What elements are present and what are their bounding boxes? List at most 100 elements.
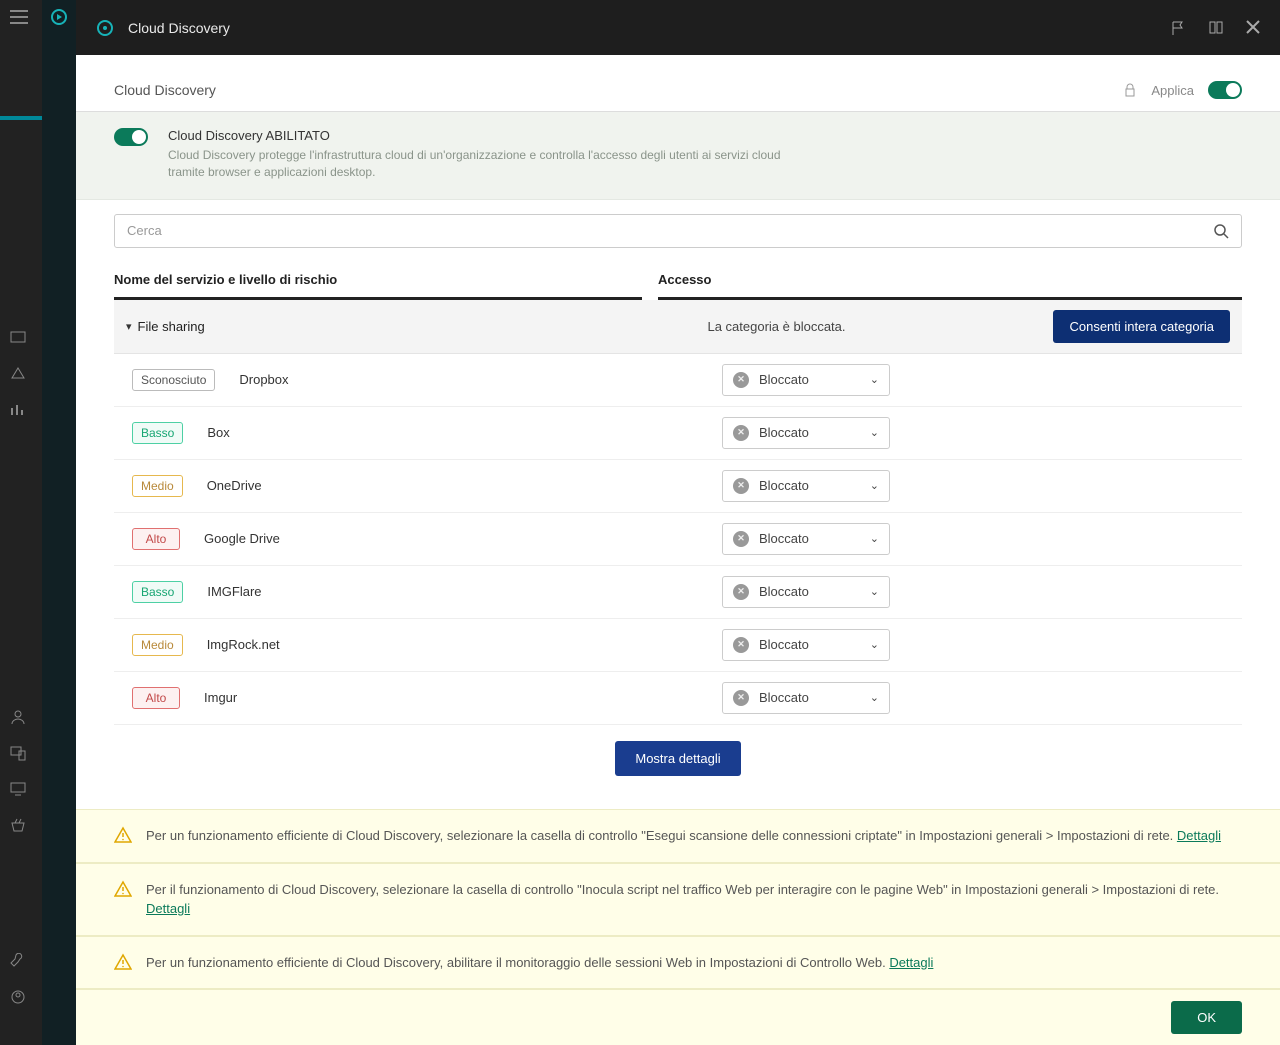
access-dropdown[interactable]: Bloccato⌄ [722,470,890,502]
service-row: Basso IMGFlare Bloccato⌄ [114,566,1242,619]
service-name: IMGFlare [207,584,261,599]
service-name: Google Drive [204,531,280,546]
blocked-icon [733,372,749,388]
access-value: Bloccato [759,425,870,440]
blocked-icon [733,531,749,547]
chevron-down-icon: ⌄ [870,479,879,492]
hamburger-icon[interactable] [0,0,42,34]
modal-titlebar: Cloud Discovery [76,0,1280,55]
blocked-icon [733,637,749,653]
risk-pill: Alto [132,687,180,709]
nav-item-icon[interactable] [0,320,42,356]
warning-row: Per un funzionamento efficiente di Cloud… [76,936,1280,990]
category-status: La categoria è bloccata. [707,319,1037,334]
chevron-down-icon: ⌄ [870,426,879,439]
secondary-rail [42,0,76,1045]
search-input[interactable] [127,223,1213,238]
risk-pill: Medio [132,475,183,497]
warning-text: Per un funzionamento efficiente di Cloud… [146,953,933,973]
access-dropdown[interactable]: Bloccato⌄ [722,576,890,608]
nav-item-icon[interactable] [0,392,42,428]
service-row: Sconosciuto Dropbox Bloccato⌄ [114,354,1242,407]
warning-details-link[interactable]: Dettagli [889,955,933,970]
service-name: Imgur [204,690,237,705]
allow-category-button[interactable]: Consenti intera categoria [1053,310,1230,343]
access-dropdown[interactable]: Bloccato⌄ [722,629,890,661]
nav-item-icon[interactable] [0,356,42,392]
blocked-icon [733,425,749,441]
enable-toggle[interactable] [114,128,148,146]
warning-row: Per il funzionamento di Cloud Discovery,… [76,863,1280,936]
risk-pill: Basso [132,422,183,444]
profile-icon[interactable] [0,979,42,1015]
warning-icon [114,953,132,973]
warning-details-link[interactable]: Dettagli [1177,828,1221,843]
access-value: Bloccato [759,478,870,493]
warning-icon [114,826,132,846]
column-header-service: Nome del servizio e livello di rischio [114,272,642,300]
warning-text: Per il funzionamento di Cloud Discovery,… [146,880,1242,919]
blocked-icon [733,690,749,706]
show-details-button[interactable]: Mostra dettagli [615,741,740,776]
flag-icon[interactable] [1170,20,1186,36]
access-value: Bloccato [759,637,870,652]
apply-toggle[interactable] [1208,81,1242,99]
footer-bar: OK [76,989,1280,1045]
enable-banner: Cloud Discovery ABILITATO Cloud Discover… [76,112,1280,200]
user-icon[interactable] [0,699,42,735]
service-name: Dropbox [239,372,288,387]
blocked-icon [733,584,749,600]
risk-pill: Sconosciuto [132,369,215,391]
chevron-down-icon: ▾ [126,320,132,333]
risk-pill: Alto [132,528,180,550]
apply-label: Applica [1151,83,1194,98]
panel-header: Cloud Discovery Applica [76,55,1280,112]
devices-icon[interactable] [0,735,42,771]
chevron-down-icon: ⌄ [870,373,879,386]
monitor-icon[interactable] [0,771,42,807]
warning-text: Per un funzionamento efficiente di Cloud… [146,826,1221,846]
category-row[interactable]: ▾ File sharing La categoria è bloccata. … [114,300,1242,354]
access-value: Bloccato [759,584,870,599]
risk-pill: Medio [132,634,183,656]
close-icon[interactable] [1246,20,1260,36]
access-value: Bloccato [759,690,870,705]
risk-pill: Basso [132,581,183,603]
ok-button[interactable]: OK [1171,1001,1242,1034]
access-dropdown[interactable]: Bloccato⌄ [722,682,890,714]
service-row: Medio OneDrive Bloccato⌄ [114,460,1242,513]
chevron-down-icon: ⌄ [870,691,879,704]
access-dropdown[interactable]: Bloccato⌄ [722,523,890,555]
cloud-discovery-icon [96,19,114,37]
warning-details-link[interactable]: Dettagli [146,901,190,916]
module-icon[interactable] [42,0,76,34]
service-row: Alto Google Drive Bloccato⌄ [114,513,1242,566]
warning-row: Per un funzionamento efficiente di Cloud… [76,809,1280,863]
search-box[interactable] [114,214,1242,248]
panel-title: Cloud Discovery [114,82,216,98]
enable-title: Cloud Discovery ABILITATO [168,128,808,143]
service-name: OneDrive [207,478,262,493]
access-dropdown[interactable]: Bloccato⌄ [722,364,890,396]
wrench-icon[interactable] [0,943,42,979]
chevron-down-icon: ⌄ [870,638,879,651]
access-dropdown[interactable]: Bloccato⌄ [722,417,890,449]
chevron-down-icon: ⌄ [870,532,879,545]
book-icon[interactable] [1208,20,1224,36]
search-icon[interactable] [1213,223,1229,239]
app-nav-rail [0,0,42,1045]
service-row: Basso Box Bloccato⌄ [114,407,1242,460]
column-header-access: Accesso [658,272,1242,300]
access-value: Bloccato [759,531,870,546]
service-row: Alto Imgur Bloccato⌄ [114,672,1242,725]
modal-container: Cloud Discovery Cloud Discovery Applica … [76,0,1280,1045]
blocked-icon [733,478,749,494]
service-row: Medio ImgRock.net Bloccato⌄ [114,619,1242,672]
service-name: Box [207,425,229,440]
basket-icon[interactable] [0,807,42,843]
lock-icon [1123,83,1137,97]
chevron-down-icon: ⌄ [870,585,879,598]
modal-title: Cloud Discovery [128,20,230,36]
access-value: Bloccato [759,372,870,387]
service-name: ImgRock.net [207,637,280,652]
